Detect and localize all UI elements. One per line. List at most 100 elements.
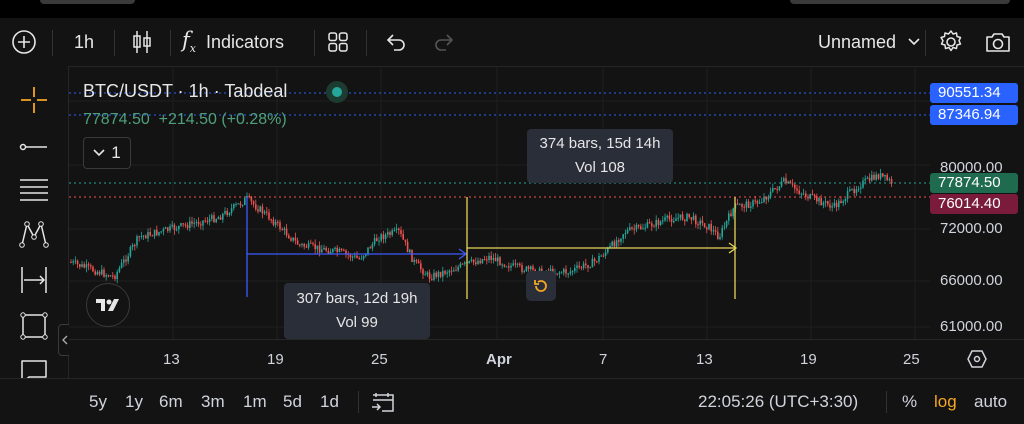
candle-body — [574, 268, 576, 272]
scale-settings-button[interactable] — [965, 348, 989, 370]
camera-icon — [986, 33, 1010, 52]
candle-body — [642, 228, 644, 230]
candle-body — [450, 270, 453, 272]
trendline-tool-button[interactable] — [14, 129, 54, 165]
layouts-button[interactable] — [322, 18, 354, 66]
candle-body — [259, 206, 261, 212]
candle-body — [501, 264, 503, 266]
candle-body — [226, 211, 228, 215]
candle-body — [558, 272, 561, 275]
bottom-toolbar: 5y 1y 6m 3m 1m 5d 1d 22:05:26 (UTC+3:30)… — [0, 378, 1024, 424]
layout-name-dropdown[interactable]: Unnamed — [800, 18, 920, 66]
candle-body — [855, 189, 858, 194]
range-1d-button[interactable]: 1d — [320, 379, 339, 424]
legend-collapse-button[interactable]: 1 — [83, 137, 131, 169]
settings-button[interactable] — [934, 18, 968, 66]
candle-body — [787, 181, 789, 184]
candle-body — [464, 262, 466, 264]
candle-body — [633, 228, 635, 230]
tradingview-logo[interactable] — [86, 283, 130, 327]
candle-body — [622, 234, 624, 239]
range-5d-button[interactable]: 5d — [283, 379, 302, 424]
candle-body — [657, 219, 660, 225]
fib-tool-button[interactable] — [14, 172, 54, 208]
candle-body — [118, 267, 121, 272]
candle-body — [483, 259, 486, 261]
price-chart[interactable] — [69, 67, 930, 339]
candle-body — [853, 188, 855, 194]
goto-date-button[interactable] — [370, 379, 396, 424]
candle-body — [362, 255, 365, 259]
range-6m-button[interactable]: 6m — [159, 379, 183, 424]
candle-body — [158, 231, 160, 236]
candle-body — [191, 221, 193, 224]
candle-body — [237, 203, 239, 205]
candle-body — [224, 211, 226, 214]
redo-button[interactable] — [428, 18, 460, 66]
candle-body — [123, 259, 125, 263]
candle-body — [822, 202, 825, 206]
candle-body — [457, 267, 459, 271]
candle-body — [844, 198, 847, 202]
pattern-tool-button[interactable] — [14, 216, 54, 252]
candle-body — [673, 220, 675, 223]
candle-body — [250, 197, 253, 202]
auto-scale-button[interactable]: auto — [974, 379, 1007, 424]
candle-body — [422, 269, 424, 275]
measure-vol-text: Vol 99 — [336, 314, 378, 331]
candle-body — [505, 266, 508, 268]
undo-button[interactable] — [380, 18, 412, 66]
candle-body — [838, 200, 840, 208]
candle-body — [162, 228, 165, 232]
range-3m-button[interactable]: 3m — [201, 379, 225, 424]
candle-body — [230, 208, 233, 213]
measure-tool-button[interactable] — [14, 262, 54, 298]
range-5y-button[interactable]: 5y — [89, 379, 107, 424]
candle-body — [886, 174, 888, 181]
candle-body — [367, 247, 369, 254]
add-symbol-button[interactable] — [6, 18, 42, 66]
chart-pane[interactable] — [69, 67, 930, 339]
log-scale-button[interactable]: log — [934, 379, 957, 424]
range-1y-button[interactable]: 1y — [125, 379, 143, 424]
candle-body — [288, 235, 290, 239]
candle-body — [107, 275, 110, 277]
candle-body — [750, 206, 752, 208]
price-axis[interactable]: 80000.00 72000.00 66000.00 61000.00 9055… — [930, 67, 1024, 339]
range-1m-button[interactable]: 1m — [243, 379, 267, 424]
candle-body — [127, 256, 129, 262]
last-price-badge: 77874.50 — [930, 173, 1018, 193]
candle-body — [444, 270, 446, 274]
candle-body — [173, 224, 176, 231]
clock-timezone[interactable]: 22:05:26 (UTC+3:30) — [698, 379, 858, 424]
candle-body — [92, 266, 94, 272]
indicators-button[interactable]: fx Indicators — [182, 18, 312, 66]
candle-body — [96, 271, 99, 275]
candle-body — [677, 217, 679, 219]
shape-tool-button[interactable] — [14, 308, 54, 344]
candle-body — [81, 264, 83, 267]
candle-body — [618, 240, 620, 242]
candle-body — [131, 244, 134, 247]
candle-body — [274, 221, 277, 225]
candle-body — [602, 255, 605, 257]
time-axis[interactable]: 13 19 25 Apr 7 13 19 25 — [69, 339, 1024, 378]
chart-type-button[interactable] — [124, 18, 160, 66]
candle-body — [384, 234, 387, 240]
candle-body — [294, 237, 297, 241]
candles-icon — [133, 31, 151, 53]
reset-chart-button[interactable] — [526, 271, 556, 301]
candle-body — [871, 174, 873, 181]
candle-body — [494, 257, 497, 262]
interval-button[interactable]: 1h — [64, 18, 104, 66]
percent-scale-button[interactable]: % — [902, 379, 917, 424]
candle-body — [620, 238, 622, 242]
candle-body — [114, 275, 116, 280]
crosshair-tool-button[interactable] — [14, 82, 54, 118]
candle-body — [411, 249, 413, 262]
candle-body — [437, 271, 440, 277]
candle-body — [589, 267, 591, 269]
snapshot-button[interactable] — [980, 18, 1016, 66]
candle-body — [668, 215, 671, 219]
symbol-title[interactable]: BTC/USDT · 1h · Tabdeal — [83, 81, 287, 102]
